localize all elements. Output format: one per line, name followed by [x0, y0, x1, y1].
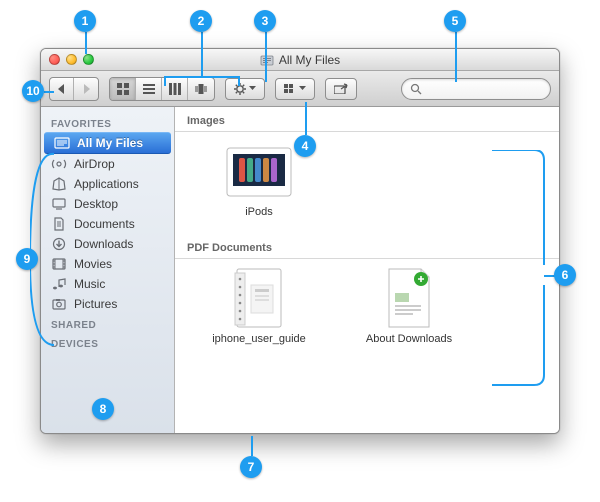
callout-9: 9 [16, 248, 38, 270]
back-button[interactable] [50, 78, 74, 100]
callout-3: 3 [254, 10, 276, 32]
arrange-icon [284, 84, 296, 94]
file-label: iPods [199, 206, 319, 218]
sidebar-section-favorites: FAVORITES [41, 113, 174, 132]
file-label: iphone_user_guide [199, 333, 319, 345]
gear-icon [234, 83, 246, 95]
image-thumbnail [223, 144, 295, 200]
sidebar-section-shared: SHARED [41, 314, 174, 333]
chevron-down-icon [299, 86, 306, 91]
toolbar [41, 71, 559, 107]
titlebar: All My Files [41, 49, 559, 71]
sidebar-section-devices: DEVICES [41, 333, 174, 352]
minimize-button[interactable] [66, 54, 77, 65]
sidebar: FAVORITES All My Files AirDrop Applicati… [41, 107, 175, 433]
sidebar-item-downloads[interactable]: Downloads [41, 234, 174, 254]
sidebar-item-pictures[interactable]: Pictures [41, 294, 174, 314]
sidebar-item-label: Desktop [74, 197, 118, 211]
close-button[interactable] [49, 54, 60, 65]
callout-2: 2 [190, 10, 212, 32]
pdf-thumbnail [223, 271, 295, 327]
sidebar-item-documents[interactable]: Documents [41, 214, 174, 234]
callout-5: 5 [444, 10, 466, 32]
arrange-menu-button[interactable] [275, 78, 315, 100]
search-field[interactable] [401, 78, 551, 100]
sidebar-item-label: Movies [74, 257, 112, 271]
file-item[interactable]: iphone_user_guide [199, 271, 319, 345]
list-view-button[interactable] [136, 78, 162, 100]
callout-1: 1 [74, 10, 96, 32]
file-label: About Downloads [349, 333, 469, 345]
group-heading-images: Images [175, 107, 559, 132]
finder-window: All My Files [40, 48, 560, 434]
callout-8: 8 [92, 398, 114, 420]
chevron-down-icon [249, 86, 256, 91]
sidebar-item-movies[interactable]: Movies [41, 254, 174, 274]
all-my-files-icon [54, 136, 70, 150]
pdf-thumbnail [373, 271, 445, 327]
sidebar-item-label: Applications [74, 177, 139, 191]
view-switcher [109, 77, 215, 101]
window-title: All My Files [279, 53, 340, 67]
share-icon [334, 83, 348, 94]
sidebar-item-music[interactable]: Music [41, 274, 174, 294]
sidebar-item-desktop[interactable]: Desktop [41, 194, 174, 214]
sidebar-item-label: Downloads [74, 237, 133, 251]
sidebar-item-all-my-files[interactable]: All My Files [44, 132, 171, 154]
sidebar-item-label: AirDrop [74, 157, 115, 171]
icon-view-button[interactable] [110, 78, 136, 100]
search-input[interactable] [427, 82, 542, 96]
search-icon [410, 83, 422, 95]
file-item[interactable]: About Downloads [349, 271, 469, 345]
nav-buttons [49, 77, 99, 101]
sidebar-item-label: Pictures [74, 297, 117, 311]
callout-10: 10 [22, 80, 44, 102]
sidebar-item-airdrop[interactable]: AirDrop [41, 154, 174, 174]
coverflow-view-button[interactable] [188, 78, 214, 100]
sidebar-item-applications[interactable]: Applications [41, 174, 174, 194]
callout-7: 7 [240, 456, 262, 478]
callout-4: 4 [294, 135, 316, 157]
sidebar-item-label: Music [74, 277, 105, 291]
share-button[interactable] [325, 78, 357, 100]
forward-button[interactable] [74, 78, 98, 100]
action-menu-button[interactable] [225, 78, 265, 100]
sidebar-item-label: All My Files [77, 136, 143, 150]
sidebar-item-label: Documents [74, 217, 135, 231]
zoom-button[interactable] [83, 54, 94, 65]
callout-6: 6 [554, 264, 576, 286]
